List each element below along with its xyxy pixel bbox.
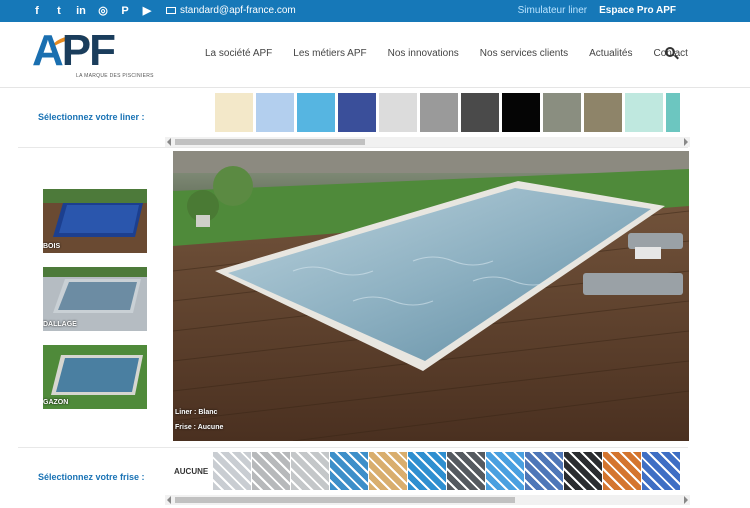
liner-swatch-1[interactable]: [215, 93, 253, 132]
thumb-label: DALLAGE: [43, 321, 77, 328]
email-contact[interactable]: standard@apf-france.com: [166, 5, 296, 16]
liner-caption: Liner : Blanc: [175, 409, 218, 416]
frise-tile-11[interactable]: [603, 452, 641, 490]
liner-swatch-4[interactable]: [338, 93, 376, 132]
liner-label: Sélectionnez votre liner :: [38, 112, 145, 122]
frise-tile-8[interactable]: [486, 452, 524, 490]
liner-swatch-6[interactable]: [420, 93, 458, 132]
divider: [18, 147, 688, 148]
frise-tiles: AUCUNE: [174, 452, 680, 490]
frise-tile-7[interactable]: [447, 452, 485, 490]
scroll-left-arrow[interactable]: [167, 138, 171, 146]
frise-tile-2[interactable]: [252, 452, 290, 490]
scroll-left-arrow[interactable]: [167, 496, 171, 504]
top-bar: f t in ◎ P ▶ standard@apf-france.com Simulate…: [0, 0, 750, 22]
search-icon[interactable]: [665, 47, 675, 57]
nav-item-services[interactable]: Nos services clients: [480, 48, 568, 59]
youtube-icon[interactable]: ▶: [140, 4, 154, 18]
liner-swatch-9[interactable]: [543, 93, 581, 132]
scroll-right-arrow[interactable]: [684, 138, 688, 146]
frise-scrollbar[interactable]: [165, 495, 690, 505]
liner-swatch-12[interactable]: [666, 93, 680, 132]
frise-tile-12[interactable]: [642, 452, 680, 490]
liner-swatch-11[interactable]: [625, 93, 663, 132]
social-links: f t in ◎ P ▶: [30, 4, 154, 18]
environment-thumb-bois[interactable]: BOIS: [43, 189, 147, 253]
logo-wordmark: APF: [32, 26, 116, 75]
frise-tile-6[interactable]: [408, 452, 446, 490]
simulator-link[interactable]: Simulateur liner: [518, 5, 587, 16]
frise-tile-1[interactable]: [213, 452, 251, 490]
nav-item-actualites[interactable]: Actualités: [589, 48, 632, 59]
top-links: Simulateur liner Espace Pro APF: [518, 5, 676, 16]
nav-item-societe[interactable]: La société APF: [205, 48, 272, 59]
pool-preview-image: Liner : Blanc Frise : Aucune: [173, 151, 689, 441]
scroll-right-arrow[interactable]: [684, 496, 688, 504]
frise-none-option[interactable]: AUCUNE: [174, 452, 212, 490]
nav-item-innovations[interactable]: Nos innovations: [388, 48, 459, 59]
pinterest-icon[interactable]: P: [118, 4, 132, 18]
twitter-icon[interactable]: t: [52, 4, 66, 18]
thumb-label: GAZON: [43, 399, 69, 406]
liner-scrollbar[interactable]: [165, 137, 690, 147]
scroll-thumb[interactable]: [175, 139, 365, 145]
frise-tile-10[interactable]: [564, 452, 602, 490]
pro-space-link[interactable]: Espace Pro APF: [599, 5, 676, 16]
liner-swatch-2[interactable]: [256, 93, 294, 132]
environment-thumb-dallage[interactable]: DALLAGE: [43, 267, 147, 331]
logo-tagline: LA MARQUE DES PISCINIERS: [76, 73, 154, 79]
frise-tile-9[interactable]: [525, 452, 563, 490]
liner-swatches: [215, 93, 680, 132]
liner-swatch-5[interactable]: [379, 93, 417, 132]
pool-render: [173, 151, 689, 441]
main-nav: La société APF Les métiers APF Nos innov…: [205, 47, 709, 59]
divider: [18, 447, 688, 448]
liner-swatch-3[interactable]: [297, 93, 335, 132]
frise-label: Sélectionnez votre frise :: [38, 472, 145, 482]
mail-icon: [166, 7, 176, 14]
liner-swatch-8[interactable]: [502, 93, 540, 132]
frise-tile-3[interactable]: [291, 452, 329, 490]
instagram-icon[interactable]: ◎: [96, 4, 110, 18]
frise-tile-4[interactable]: [330, 452, 368, 490]
nav-item-metiers[interactable]: Les métiers APF: [293, 48, 366, 59]
facebook-icon[interactable]: f: [30, 4, 44, 18]
frise-tile-5[interactable]: [369, 452, 407, 490]
liner-swatch-10[interactable]: [584, 93, 622, 132]
apf-logo[interactable]: APF LA MARQUE DES PISCINIERS: [32, 26, 154, 84]
header: APF LA MARQUE DES PISCINIERS La société …: [0, 22, 750, 88]
email-text[interactable]: standard@apf-france.com: [180, 5, 296, 16]
liner-swatch-7[interactable]: [461, 93, 499, 132]
linkedin-icon[interactable]: in: [74, 4, 88, 18]
environment-thumb-gazon[interactable]: GAZON: [43, 345, 147, 409]
scroll-thumb[interactable]: [175, 497, 515, 503]
thumb-label: BOIS: [43, 243, 61, 250]
frise-caption: Frise : Aucune: [175, 424, 224, 431]
